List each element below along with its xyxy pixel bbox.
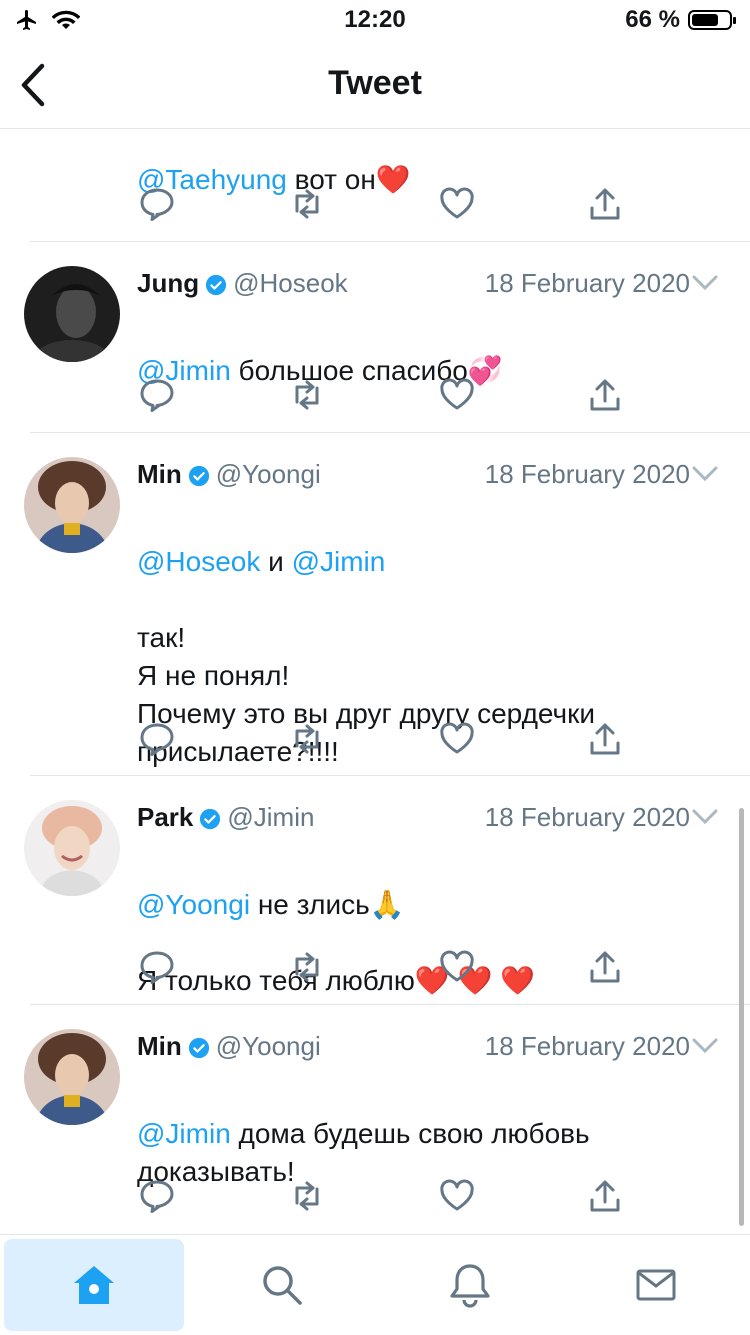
user-handle[interactable]: @Jimin (227, 802, 314, 832)
chevron-down-icon[interactable] (692, 808, 718, 826)
display-name[interactable]: Park (137, 802, 193, 832)
verified-badge-icon (188, 1038, 209, 1059)
tab-notifications[interactable] (380, 1239, 560, 1331)
retweet-icon[interactable] (287, 375, 327, 415)
tab-bar (0, 1234, 750, 1335)
mention-link[interactable]: @Jimin (292, 546, 386, 577)
retweet-icon[interactable] (287, 1176, 327, 1216)
reply-icon[interactable] (137, 719, 177, 759)
tweet-item[interactable]: Min @Yoongi 18 February 2020 @Jimin дома … (0, 1005, 750, 1234)
tab-messages[interactable] (566, 1239, 746, 1331)
tweet-item[interactable]: Park @Jimin 18 February 2020 @Yoongi не з… (0, 776, 750, 1005)
display-name[interactable]: Min (137, 1031, 182, 1061)
mail-icon (636, 1269, 676, 1301)
tweet-actions (137, 375, 637, 415)
retweet-icon[interactable] (287, 947, 327, 987)
tweet-item[interactable]: Min @Yoongi 18 February 2020 @Hoseok и @J… (0, 433, 750, 776)
avatar[interactable] (24, 800, 120, 896)
tweet-thread: @Taehyung вот он❤️ Jung @Hoseok 18 Februa… (0, 128, 750, 1234)
share-icon[interactable] (585, 719, 625, 759)
tab-search[interactable] (192, 1239, 372, 1331)
search-icon (263, 1266, 302, 1305)
tweet-date: 18 February 2020 (484, 802, 690, 832)
tweet-actions (137, 184, 637, 224)
like-icon[interactable] (437, 719, 477, 759)
pray-emoji: 🙏 (369, 889, 405, 920)
user-handle[interactable]: @Yoongi (216, 1031, 321, 1061)
home-icon (74, 1266, 114, 1304)
retweet-icon[interactable] (287, 184, 327, 224)
reply-icon[interactable] (137, 375, 177, 415)
avatar[interactable] (24, 1029, 120, 1125)
page-title: Tweet (328, 64, 422, 102)
tweet-date: 18 February 2020 (484, 1031, 690, 1061)
display-name[interactable]: Min (137, 459, 182, 489)
tweet-date: 18 February 2020 (484, 268, 690, 298)
mention-link[interactable]: @Yoongi (137, 889, 250, 920)
chevron-down-icon[interactable] (692, 274, 718, 292)
share-icon[interactable] (585, 1176, 625, 1216)
tweet-item[interactable]: @Taehyung вот он❤️ (0, 128, 750, 242)
user-handle[interactable]: @Yoongi (216, 459, 321, 489)
verified-badge-icon (200, 809, 221, 830)
tweet-date: 18 February 2020 (484, 459, 690, 489)
like-icon[interactable] (437, 184, 477, 224)
mention-link[interactable]: @Hoseok (137, 546, 260, 577)
chevron-down-icon[interactable] (692, 465, 718, 483)
tweet-text: @Hoseok и @Jimin так! Я не понял! Почему… (137, 546, 596, 767)
tweet-actions (137, 1176, 637, 1216)
like-icon[interactable] (437, 947, 477, 987)
reply-icon[interactable] (137, 184, 177, 224)
like-icon[interactable] (437, 1176, 477, 1216)
bell-icon (450, 1264, 490, 1308)
share-icon[interactable] (585, 947, 625, 987)
status-bar: 12:20 66 % (0, 0, 750, 40)
battery-percent: 66 % (625, 6, 680, 33)
verified-badge-icon (188, 466, 209, 487)
avatar[interactable] (24, 457, 120, 553)
tweet-actions (137, 947, 637, 987)
navigation-bar: Tweet (0, 40, 750, 129)
tweet-actions (137, 719, 637, 759)
verified-badge-icon (206, 275, 227, 296)
share-icon[interactable] (585, 375, 625, 415)
tweet-item[interactable]: Jung @Hoseok 18 February 2020 @Jimin боль… (0, 242, 750, 433)
battery-icon (688, 10, 736, 30)
avatar[interactable] (24, 266, 120, 362)
scrollbar[interactable] (739, 808, 744, 1226)
user-handle[interactable]: @Hoseok (233, 268, 348, 298)
tab-home[interactable] (4, 1239, 184, 1331)
like-icon[interactable] (437, 375, 477, 415)
share-icon[interactable] (585, 184, 625, 224)
reply-icon[interactable] (137, 947, 177, 987)
retweet-icon[interactable] (287, 719, 327, 759)
display-name[interactable]: Jung (137, 268, 199, 298)
chevron-down-icon[interactable] (692, 1037, 718, 1055)
mention-link[interactable]: @Jimin (137, 1118, 231, 1149)
reply-icon[interactable] (137, 1176, 177, 1216)
